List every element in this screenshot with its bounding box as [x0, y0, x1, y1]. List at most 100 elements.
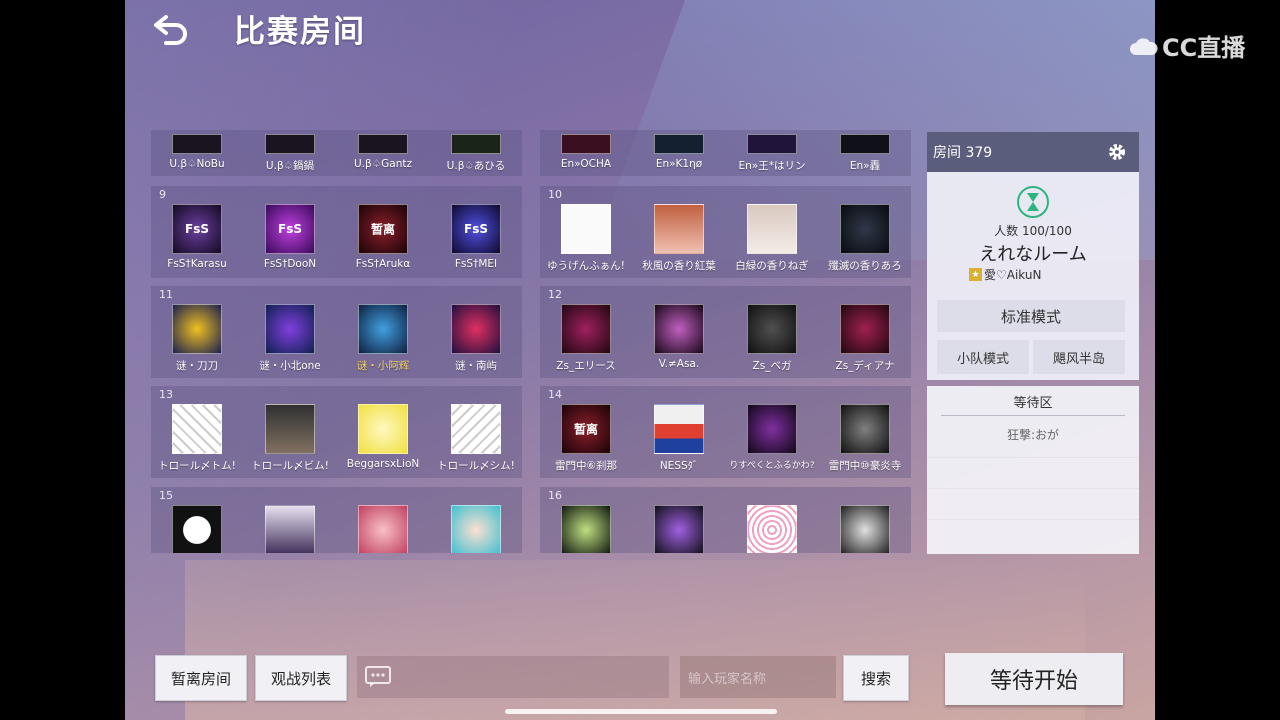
player-name: 谜・南屿 — [455, 360, 497, 372]
player-slot[interactable] — [430, 505, 522, 553]
player-slot[interactable]: En»王*はリン — [726, 134, 818, 173]
player-slot[interactable]: りすぺくとふるかわ? — [726, 404, 818, 471]
start-wait-button[interactable]: 等待开始 — [945, 653, 1123, 705]
player-name: ゆうげんふぁん! — [547, 260, 625, 272]
gear-icon[interactable] — [1107, 142, 1127, 162]
player-slot[interactable]: U.β♤あひる — [430, 134, 522, 173]
search-button[interactable]: 搜索 — [843, 655, 909, 701]
player-slot[interactable]: 白緑の香りねぎ — [726, 204, 818, 273]
player-slot[interactable]: FsS FsS†Karasu — [151, 204, 243, 270]
player-slot[interactable]: 殲滅の香りあろ — [819, 204, 911, 273]
player-slot[interactable]: En»K1ηø — [633, 134, 725, 170]
player-name: U.β♤あひる — [446, 160, 506, 172]
player-slot[interactable]: U.β♤鍋鍋 — [244, 134, 336, 173]
player-slot[interactable]: 雷門中⑩豪炎寺 — [819, 404, 911, 473]
room-number: 房间 379 — [933, 145, 993, 161]
owner-name: 愛♡AikuN — [984, 268, 1042, 282]
player-name: En»轟 — [849, 160, 881, 172]
player-slot[interactable]: 谜・南屿 — [430, 304, 522, 373]
player-name: 白緑の香りねぎ — [735, 260, 809, 272]
player-slot[interactable]: トロール〆トム! — [151, 404, 243, 473]
player-slot[interactable]: トロール〆シム! — [430, 404, 522, 473]
player-avatar — [451, 404, 501, 454]
player-slot[interactable]: FsS FsS†DooN — [244, 204, 336, 270]
player-slot[interactable] — [540, 505, 632, 553]
player-slot[interactable]: U.β♤NoBu — [151, 134, 243, 170]
player-slot[interactable]: En»轟 — [819, 134, 911, 173]
player-slot[interactable]: Zs_ベガ — [726, 304, 818, 373]
chat-input[interactable] — [357, 656, 669, 698]
player-avatar — [451, 505, 501, 553]
player-name: FsS†Arukα — [355, 258, 411, 270]
player-name: りすぺくとふるかわ? — [729, 461, 815, 471]
player-avatar — [561, 505, 611, 553]
player-avatar — [451, 304, 501, 354]
group-number: 9 — [159, 188, 166, 201]
player-count: 人数 100/100 — [994, 224, 1072, 238]
group-number: 16 — [548, 489, 562, 502]
home-indicator[interactable] — [505, 709, 777, 714]
player-slot[interactable]: 谜・小北one — [244, 304, 336, 373]
player-avatar — [265, 134, 315, 154]
player-name: U.β♤NoBu — [169, 158, 225, 170]
waiting-player[interactable]: 狂撃:おが — [927, 426, 1139, 443]
spectate-list-button[interactable]: 观战列表 — [255, 655, 347, 701]
team-group: 15 — [151, 487, 522, 553]
player-slot[interactable]: Zs_ディアナ — [819, 304, 911, 373]
team-group: 10 ゆうげんふぁん! 秋風の香り紅葉 白緑の香りねぎ 殲滅の香りあろ — [540, 186, 911, 278]
group-number: 11 — [159, 288, 173, 301]
player-slot[interactable]: En»OCHA — [540, 134, 632, 170]
player-slot[interactable] — [819, 505, 911, 553]
team-group: 13 トロール〆トム! トロール〆ビム! BeggarsxLioN トロール〆シ… — [151, 386, 522, 478]
player-name: BeggarsxLioN — [346, 458, 420, 470]
player-slot[interactable]: FsS FsS†MEI — [430, 204, 522, 270]
player-slot[interactable]: ゆうげんふぁん! — [540, 204, 632, 273]
player-slot[interactable]: NESSﾀﾞ — [633, 404, 725, 473]
player-slot[interactable] — [337, 505, 429, 553]
player-avatar — [747, 505, 797, 553]
player-name: Zs_エリース — [556, 360, 616, 372]
player-slot[interactable] — [633, 505, 725, 553]
away-room-button[interactable]: 暂离房间 — [155, 655, 247, 701]
player-name: FsS†Karasu — [167, 258, 227, 270]
team-group: 16 — [540, 487, 911, 553]
player-slot[interactable]: Zs_エリース — [540, 304, 632, 373]
map-select-button[interactable]: 飓风半岛 — [1033, 340, 1125, 374]
player-slot[interactable]: 暂离 FsS†Arukα — [337, 204, 429, 270]
player-slot[interactable]: 暂离 雷門中⑥刹那 — [540, 404, 632, 473]
player-avatar — [654, 134, 704, 154]
player-avatar — [561, 304, 611, 354]
player-slot[interactable]: 秋風の香り紅葉 — [633, 204, 725, 273]
player-slot[interactable] — [726, 505, 818, 553]
player-slot[interactable]: トロール〆ビム! — [244, 404, 336, 473]
player-avatar — [358, 404, 408, 454]
team-mode-button[interactable]: 小队模式 — [937, 340, 1029, 374]
player-avatar: 暂离 — [561, 404, 611, 454]
player-slot[interactable] — [151, 505, 243, 553]
player-name: FsS†MEI — [454, 258, 498, 270]
player-avatar — [840, 204, 890, 254]
group-number: 15 — [159, 489, 173, 502]
player-avatar — [747, 404, 797, 454]
player-avatar — [840, 134, 890, 154]
player-slot[interactable] — [244, 505, 336, 553]
player-slot[interactable]: U.β♤Gantz — [337, 134, 429, 170]
player-slot[interactable]: BeggarsxLioN — [337, 404, 429, 470]
player-name: 殲滅の香りあろ — [828, 260, 902, 272]
player-avatar — [840, 304, 890, 354]
player-slot[interactable]: V.≠Asa. — [633, 304, 725, 370]
search-input[interactable]: 输入玩家名称 — [680, 656, 836, 698]
player-name: 雷門中⑩豪炎寺 — [828, 460, 902, 472]
player-avatar — [840, 505, 890, 553]
player-avatar — [172, 134, 222, 154]
hourglass-icon — [1017, 186, 1049, 218]
team-group: U.β♤NoBu U.β♤鍋鍋 U.β♤Gantz U.β♤あひる — [151, 130, 522, 176]
group-number: 12 — [548, 288, 562, 301]
back-button[interactable] — [150, 12, 194, 48]
player-avatar — [265, 404, 315, 454]
player-slot[interactable]: 谜・小阿辉 — [337, 304, 429, 373]
cloud-icon — [1130, 37, 1158, 55]
team-group: 9 FsS FsS†Karasu FsS FsS†DooN 暂离 FsS†Arukα … — [151, 186, 522, 278]
player-slot[interactable]: 谜・刀刀 — [151, 304, 243, 373]
standard-mode-button[interactable]: 标准模式 — [937, 300, 1125, 332]
